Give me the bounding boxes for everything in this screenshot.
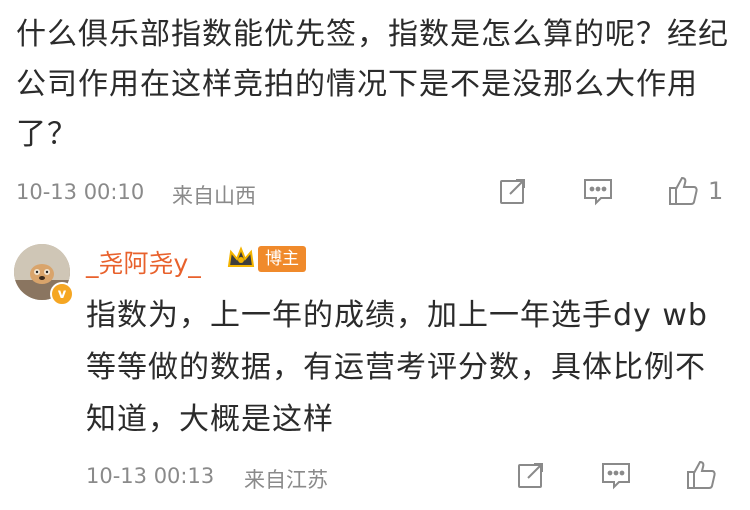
reply-timestamp: 10-13 00:13 bbox=[86, 464, 215, 488]
comment-icon bbox=[602, 463, 630, 490]
comment-text: 什么俱乐部指数能优先签，指数是怎么算的呢？经纪公司作用在这样竞拍的情况下是不是没… bbox=[16, 17, 729, 152]
reply-share-button[interactable] bbox=[516, 460, 546, 490]
reply-text: 指数为，上一年的成绩，加上一年选手dy wb等等做的数据，有运营考评分数，具体比… bbox=[86, 298, 708, 437]
reply-username[interactable]: _尧阿尧y_ bbox=[86, 244, 201, 280]
comment-like-count: 1 bbox=[708, 177, 724, 205]
comment-icon bbox=[584, 179, 612, 206]
verified-badge: v bbox=[50, 282, 74, 306]
like-icon bbox=[687, 460, 716, 489]
share-icon bbox=[518, 463, 543, 488]
crown-icon bbox=[227, 246, 255, 267]
comment-location: 来自山西 bbox=[172, 184, 256, 208]
owner-badge: 博主 bbox=[258, 246, 306, 272]
reply-location: 来自江苏 bbox=[244, 468, 328, 492]
share-icon bbox=[500, 179, 525, 204]
comment-share-button[interactable] bbox=[498, 176, 528, 206]
comment-reply-button[interactable] bbox=[582, 176, 614, 206]
comment-like-button[interactable]: 1 bbox=[666, 174, 723, 208]
comment-timestamp: 10-13 00:10 bbox=[16, 180, 145, 204]
reply-comment-button[interactable] bbox=[600, 460, 632, 490]
like-icon bbox=[669, 176, 698, 205]
reply-like-button[interactable] bbox=[684, 458, 718, 492]
